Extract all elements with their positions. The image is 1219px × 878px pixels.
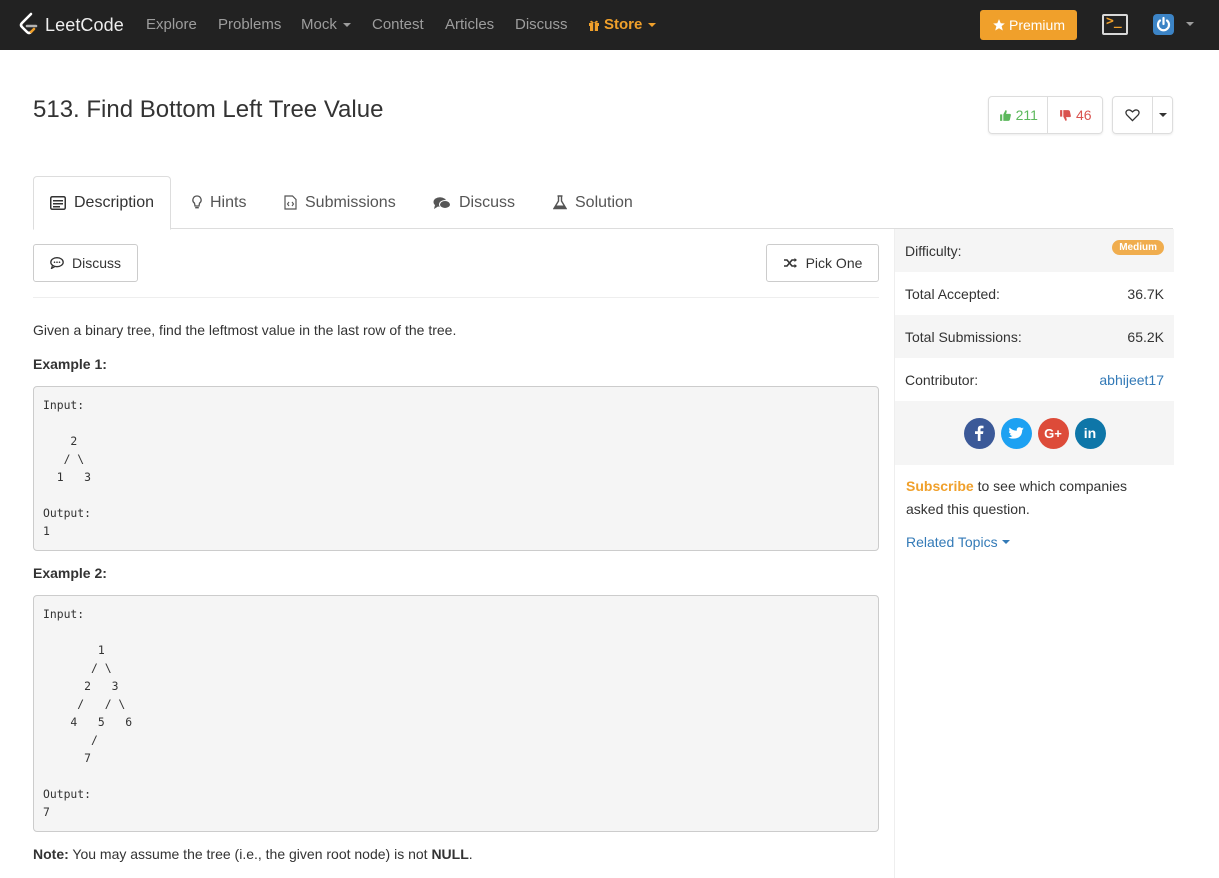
accepted-value: 36.7K [1127, 285, 1164, 302]
tab-hints-label: Hints [210, 193, 247, 211]
nav-articles[interactable]: Articles [445, 16, 494, 33]
subscribe-link[interactable]: Subscribe [906, 478, 974, 494]
brand-name: LeetCode [45, 14, 124, 35]
problem-description: Given a binary tree, find the leftmost v… [33, 322, 457, 338]
top-navbar: LeetCode Explore Problems Mock Contest A… [0, 0, 1219, 50]
contributor-label: Contributor: [905, 371, 979, 388]
tab-description-label: Description [73, 194, 155, 211]
submissions-row: Total Submissions: 65.2K [895, 315, 1174, 358]
twitter-icon[interactable] [1000, 417, 1032, 449]
nav-problems[interactable]: Problems [218, 16, 281, 33]
page-title: 513. Find Bottom Left Tree Value [33, 96, 384, 123]
favorite-group [1112, 96, 1173, 134]
file-code-icon [284, 195, 297, 210]
lightbulb-icon [192, 195, 202, 209]
note-null: NULL [431, 846, 469, 862]
problem-sidebar: Difficulty: Medium Total Accepted: 36.7K… [894, 229, 1174, 878]
tab-submissions[interactable]: Submissions [284, 176, 396, 229]
thumbs-up-icon [999, 109, 1011, 121]
brand[interactable]: LeetCode [17, 12, 124, 38]
gift-icon [589, 20, 599, 31]
nav-mock[interactable]: Mock [301, 16, 351, 33]
tab-solution[interactable]: Solution [553, 176, 633, 229]
pick-one-label: Pick One [805, 255, 863, 271]
tab-hints[interactable]: Hints [192, 176, 246, 229]
facebook-icon[interactable] [963, 417, 995, 449]
difficulty-row: Difficulty: Medium [895, 229, 1174, 272]
example-2-heading: Example 2: [33, 565, 107, 581]
chevron-down-icon [1158, 113, 1167, 117]
example-2-code: Input: 1 / \ 2 3 / / \ 4 5 6 / 7 Output:… [33, 595, 879, 832]
pick-one-button[interactable]: Pick One [766, 244, 879, 282]
tab-discuss[interactable]: Discuss [433, 176, 515, 229]
favorite-dropdown[interactable] [1153, 97, 1172, 133]
tab-discuss-label: Discuss [459, 193, 516, 211]
premium-label: Premium [1008, 17, 1065, 33]
chevron-down-icon [648, 22, 657, 27]
difficulty-label: Difficulty: [905, 242, 962, 259]
comment-icon [50, 257, 64, 269]
example-1-code: Input: 2 / \ 1 3 Output: 1 [33, 386, 879, 551]
accepted-row: Total Accepted: 36.7K [895, 272, 1174, 315]
favorite-button[interactable] [1113, 97, 1153, 133]
tab-submissions-label: Submissions [305, 193, 396, 211]
related-topics-label: Related Topics [906, 534, 998, 550]
chevron-down-icon [342, 22, 351, 27]
note-end: . [468, 846, 473, 862]
terminal-icon[interactable]: >_ [1102, 14, 1128, 35]
downvote-count: 46 [1075, 107, 1092, 123]
upvote-count: 211 [1015, 107, 1038, 123]
list-icon [49, 196, 66, 210]
tab-solution-label: Solution [575, 193, 633, 211]
shuffle-icon [783, 258, 797, 268]
example-1-heading: Example 1: [33, 356, 107, 372]
premium-button[interactable]: Premium [980, 10, 1077, 40]
nav-contest[interactable]: Contest [372, 16, 424, 33]
discuss-button[interactable]: Discuss [33, 244, 138, 282]
nav-mock-label: Mock [301, 16, 337, 33]
heart-icon [1125, 109, 1140, 122]
upvote-button[interactable]: 211 [989, 97, 1049, 133]
nav-discuss[interactable]: Discuss [515, 16, 568, 33]
discuss-button-label: Discuss [71, 255, 121, 271]
contributor-link[interactable]: abhijeet17 [1099, 372, 1164, 388]
difficulty-badge: Medium [1112, 240, 1164, 255]
thumbs-down-icon [1060, 109, 1071, 121]
nav-store-label: Store [604, 16, 643, 33]
flask-icon [553, 195, 567, 210]
accepted-label: Total Accepted: [905, 285, 1000, 302]
linkedin-icon[interactable]: in [1074, 417, 1106, 449]
contributor-row: Contributor: abhijeet17 [895, 358, 1174, 401]
note-label: Note: [33, 846, 69, 862]
star-icon [993, 19, 1005, 31]
google-plus-icon[interactable]: G+ [1037, 417, 1069, 449]
nav-store[interactable]: Store [588, 16, 657, 33]
nav-explore[interactable]: Explore [146, 16, 197, 33]
vote-group: 211 46 [988, 96, 1103, 134]
related-topics-toggle[interactable]: Related Topics [906, 534, 1010, 550]
submissions-value: 65.2K [1127, 328, 1164, 345]
chevron-down-icon[interactable] [1186, 22, 1194, 26]
downvote-button[interactable]: 46 [1048, 97, 1102, 133]
chevron-down-icon [1001, 540, 1010, 544]
comments-icon [433, 196, 451, 209]
problem-tabs: Description Hints Submissions Discuss So… [33, 176, 1173, 230]
divider [33, 297, 879, 298]
share-buttons: G+ in [895, 401, 1174, 465]
leetcode-logo-icon [19, 12, 38, 35]
note-text: You may assume the tree (i.e., the given… [68, 846, 432, 862]
subscribe-note: Subscribe to see which companies asked t… [906, 475, 1166, 521]
note: Note: You may assume the tree (i.e., the… [33, 846, 473, 862]
user-power-icon[interactable] [1153, 14, 1174, 35]
submissions-label: Total Submissions: [905, 328, 1022, 345]
tab-description[interactable]: Description [33, 176, 171, 230]
